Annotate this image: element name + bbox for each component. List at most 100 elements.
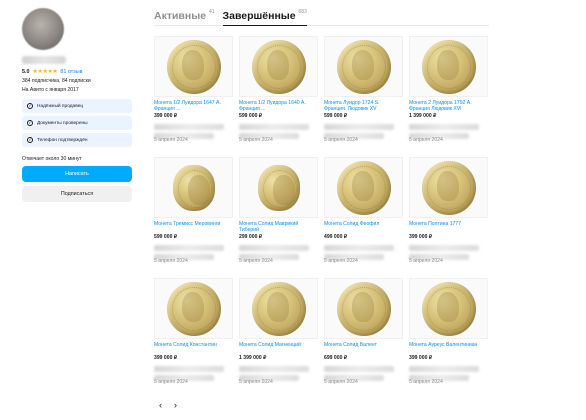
coin-photo bbox=[336, 281, 391, 336]
listing-image[interactable] bbox=[324, 36, 403, 97]
listing-card[interactable]: Монета 2 Луидора 1792 А. Франция Людовик… bbox=[409, 36, 488, 157]
listing-title[interactable]: Монета Солид Валент bbox=[324, 342, 403, 354]
listing-price: 599 000 ₽ bbox=[239, 113, 263, 119]
blurred-text bbox=[409, 124, 479, 130]
coin-photo bbox=[166, 39, 221, 94]
listing-card[interactable]: Монета Тремисс Меровинги 599 000 ₽ 5 апр… bbox=[154, 157, 233, 278]
reviews-link[interactable]: 81 отзыв bbox=[60, 69, 82, 75]
listing-date: 5 апреля 2024 bbox=[239, 379, 273, 385]
seller-sidebar: 5.0 ★★★★★ 81 отзыв 384 подписчика, 84 по… bbox=[22, 8, 132, 202]
listing-title[interactable]: Монета Солид Магненций bbox=[239, 342, 318, 354]
listing-image[interactable] bbox=[409, 278, 488, 339]
listing-title[interactable]: Монета Солид Феофил bbox=[324, 221, 403, 233]
write-message-button[interactable]: Написать bbox=[22, 166, 132, 182]
badge-documents-verified[interactable]: ✓ Документы проверены bbox=[22, 116, 132, 130]
tab-completed-listings[interactable]: Завершённые 683 bbox=[222, 9, 308, 26]
listing-card[interactable]: Монета 1/2 Луидора 1647 А. Франция ... 3… bbox=[154, 36, 233, 157]
badge-label: Надёжный продавец bbox=[37, 103, 84, 109]
listing-title[interactable]: Монета 2 Луидора 1792 А. Франция Людовик… bbox=[409, 100, 488, 112]
listing-date: 5 апреля 2024 bbox=[409, 258, 443, 264]
listing-image[interactable] bbox=[154, 157, 233, 218]
listing-card[interactable]: Монета Ауреус Валентиниан 399 000 ₽ 5 ап… bbox=[409, 278, 488, 399]
rating-row: 5.0 ★★★★★ 81 отзыв bbox=[22, 68, 132, 76]
avatar[interactable] bbox=[22, 8, 64, 50]
listing-price: 1 399 000 ₽ bbox=[239, 355, 267, 361]
next-page-icon[interactable]: › bbox=[174, 400, 177, 410]
listing-title[interactable]: Монета Солид Маврикий Тиберий bbox=[239, 221, 318, 233]
listing-title[interactable]: Монета Тремисс Меровинги bbox=[154, 221, 233, 233]
check-circle-icon: ✓ bbox=[27, 137, 33, 143]
listing-image[interactable] bbox=[239, 157, 318, 218]
listing-date: 5 апреля 2024 bbox=[324, 258, 358, 264]
listing-title[interactable]: Монета Полтина 1777 bbox=[409, 221, 488, 233]
listing-title[interactable]: Монета Луидор 1724 S. Франция. Людовик X… bbox=[324, 100, 403, 112]
badge-phone-verified[interactable]: ✓ Телефон подтверждён bbox=[22, 133, 132, 147]
coin-photo bbox=[336, 160, 391, 215]
listing-image[interactable] bbox=[409, 157, 488, 218]
listing-date: 5 апреля 2024 bbox=[324, 137, 358, 143]
listing-price: 499 000 ₽ bbox=[324, 234, 348, 240]
listing-date: 5 апреля 2024 bbox=[239, 258, 273, 264]
blurred-text bbox=[239, 366, 309, 372]
seller-name-blurred bbox=[22, 56, 66, 64]
listing-price: 699 000 ₽ bbox=[324, 355, 348, 361]
listing-price: 599 000 ₽ bbox=[324, 113, 348, 119]
listing-card[interactable]: Монета 1/2 Луидора 1640 А. Франция ... 5… bbox=[239, 36, 318, 157]
subscribe-button[interactable]: Подписаться bbox=[22, 186, 132, 202]
blurred-text bbox=[154, 366, 224, 372]
listing-date: 5 апреля 2024 bbox=[154, 379, 188, 385]
listing-image[interactable] bbox=[239, 278, 318, 339]
coin-photo bbox=[166, 281, 221, 336]
listing-price: 399 000 ₽ bbox=[409, 355, 433, 361]
listing-image[interactable] bbox=[239, 36, 318, 97]
listing-date: 5 апреля 2024 bbox=[409, 379, 443, 385]
blurred-text bbox=[324, 124, 394, 130]
coin-photo bbox=[421, 39, 476, 94]
listing-card[interactable]: Монета Солид Константин 399 000 ₽ 5 апре… bbox=[154, 278, 233, 399]
prev-page-icon[interactable]: ‹ bbox=[159, 400, 162, 410]
listing-title[interactable]: Монета Солид Константин bbox=[154, 342, 233, 354]
badge-reliable-seller[interactable]: ✓ Надёжный продавец bbox=[22, 99, 132, 113]
tab-label: Активные bbox=[154, 10, 207, 22]
listing-card[interactable]: Монета Луидор 1724 S. Франция. Людовик X… bbox=[324, 36, 403, 157]
listing-price: 399 000 ₽ bbox=[154, 113, 178, 119]
reply-time-text: Отвечает около 30 минут bbox=[22, 156, 82, 162]
coin-photo bbox=[336, 39, 391, 94]
check-circle-icon: ✓ bbox=[27, 120, 33, 126]
listing-title[interactable]: Монета 1/2 Луидора 1640 А. Франция ... bbox=[239, 100, 318, 112]
listing-card[interactable]: Монета Солид Магненций 1 399 000 ₽ 5 апр… bbox=[239, 278, 318, 399]
listing-tabs: Активные 41 Завершённые 683 bbox=[154, 9, 489, 26]
listing-title[interactable]: Монета Ауреус Валентиниан bbox=[409, 342, 488, 354]
listing-card[interactable]: Монета Солид Феофил 499 000 ₽ 5 апреля 2… bbox=[324, 157, 403, 278]
tab-active-listings[interactable]: Активные 41 bbox=[154, 9, 215, 22]
listing-image[interactable] bbox=[324, 278, 403, 339]
listing-card[interactable]: Монета Солид Маврикий Тиберий 299 000 ₽ … bbox=[239, 157, 318, 278]
check-circle-icon: ✓ bbox=[27, 103, 33, 109]
blurred-text bbox=[409, 245, 479, 251]
listings-grid: Монета 1/2 Луидора 1647 А. Франция ... 3… bbox=[154, 36, 489, 399]
coin-photo bbox=[172, 164, 215, 211]
tab-count: 41 bbox=[208, 9, 215, 15]
badge-label: Документы проверены bbox=[37, 120, 88, 126]
badge-label: Телефон подтверждён bbox=[37, 137, 88, 143]
listing-price: 299 000 ₽ bbox=[239, 234, 263, 240]
listing-image[interactable] bbox=[154, 36, 233, 97]
coin-photo bbox=[421, 281, 476, 336]
listing-image[interactable] bbox=[324, 157, 403, 218]
listing-price: 1 399 000 ₽ bbox=[409, 113, 437, 119]
coin-photo bbox=[251, 281, 306, 336]
listing-image[interactable] bbox=[154, 278, 233, 339]
listing-card[interactable]: Монета Солид Валент 699 000 ₽ 5 апреля 2… bbox=[324, 278, 403, 399]
coin-photo bbox=[257, 164, 300, 211]
listing-card[interactable]: Монета Полтина 1777 399 000 ₽ 5 апреля 2… bbox=[409, 157, 488, 278]
listing-price: 599 000 ₽ bbox=[154, 234, 178, 240]
listing-date: 5 апреля 2024 bbox=[239, 137, 273, 143]
listing-date: 5 апреля 2024 bbox=[154, 137, 188, 143]
rating-value: 5.0 bbox=[22, 68, 30, 75]
pagination: ‹ › bbox=[159, 400, 177, 410]
listing-title[interactable]: Монета 1/2 Луидора 1647 А. Франция ... bbox=[154, 100, 233, 112]
listing-image[interactable] bbox=[409, 36, 488, 97]
star-icons: ★★★★★ bbox=[32, 69, 58, 75]
listing-date: 5 апреля 2024 bbox=[409, 137, 443, 143]
listing-price: 399 000 ₽ bbox=[154, 355, 178, 361]
